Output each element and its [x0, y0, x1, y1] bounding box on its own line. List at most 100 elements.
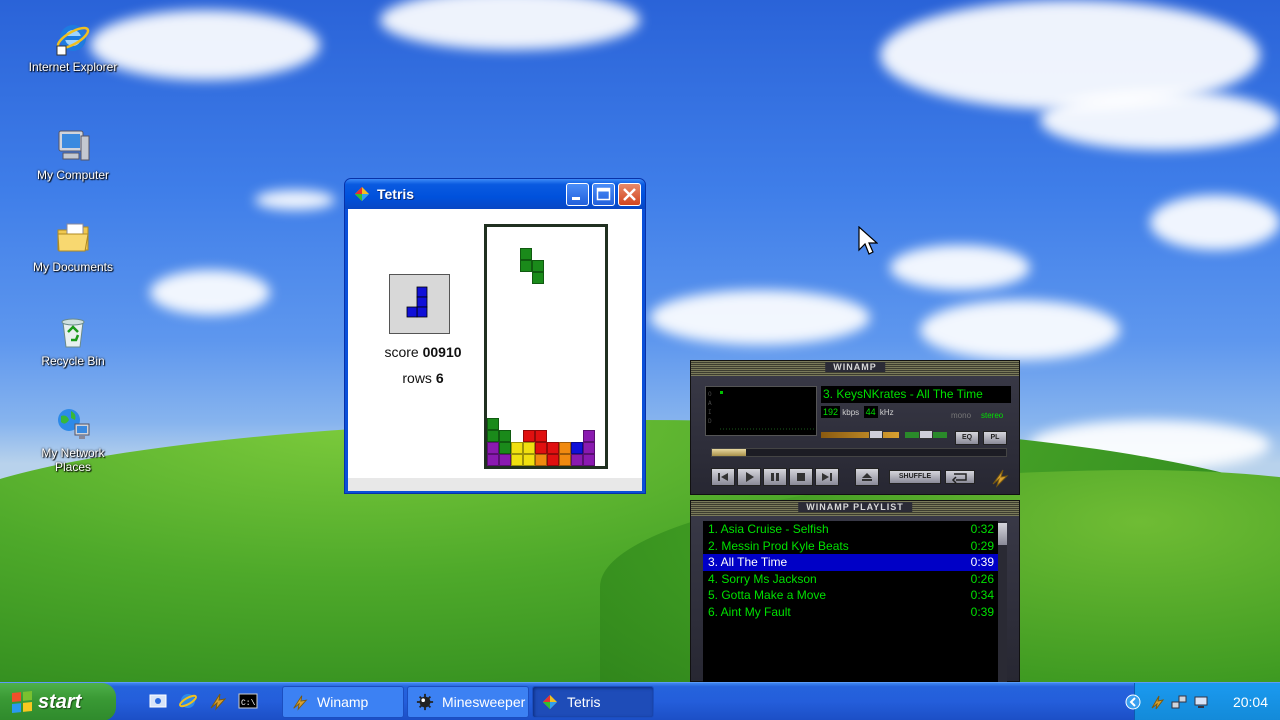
cloud [1040, 90, 1280, 150]
kbps-value: 192 [821, 406, 841, 418]
winamp-title: WINAMP [825, 362, 885, 372]
stack-block [523, 442, 535, 454]
task-label: Winamp [317, 694, 369, 710]
mono-indicator: mono [951, 411, 972, 420]
stop-button[interactable] [789, 468, 813, 486]
playlist-item[interactable]: 6. Aint My Fault 0:39 [703, 604, 999, 621]
maximize-button[interactable] [592, 182, 615, 206]
system-tray: 20:04 [1125, 683, 1280, 720]
playlist-scrollbar[interactable] [998, 521, 1007, 683]
playlist-titlebar[interactable]: WINAMP PLAYLIST [691, 501, 1019, 516]
show-hidden-icons-icon[interactable] [1125, 694, 1141, 710]
tetris-icon [543, 695, 557, 709]
close-button[interactable] [618, 182, 641, 206]
balance-thumb[interactable] [919, 430, 933, 439]
my-documents-icon [55, 220, 91, 256]
track-title: 4. Sorry Ms Jackson [708, 571, 817, 586]
stack-block [559, 442, 571, 454]
minimize-button[interactable] [566, 182, 589, 206]
shuffle-button[interactable]: SHUFFLE [889, 470, 941, 484]
track-title: 6. Aint My Fault [708, 604, 791, 619]
next-button[interactable] [815, 468, 839, 486]
balance-slider[interactable] [905, 430, 947, 439]
desktop-icon-label: My Documents [32, 260, 114, 274]
show-desktop-icon[interactable] [148, 691, 168, 711]
tetris-icon [355, 187, 369, 201]
winamp-tray-icon[interactable] [1149, 694, 1165, 710]
track-duration: 0:39 [970, 604, 994, 619]
window-title: Tetris [377, 186, 415, 202]
winamp-titlebar[interactable]: WINAMP [691, 361, 1019, 376]
score-value: 00910 [422, 344, 462, 360]
visualizer-display[interactable]: O A I D [705, 386, 817, 436]
track-title: 3. All The Time [708, 555, 788, 569]
playlist-item[interactable]: 4. Sorry Ms Jackson 0:26 [703, 571, 999, 588]
desktop-icon-recycle-bin[interactable]: Recycle Bin [23, 314, 123, 368]
taskbar-button-winamp[interactable]: Winamp [282, 686, 404, 718]
stack-block [571, 442, 583, 454]
desktop-icon-internet-explorer[interactable]: Internet Explorer [23, 20, 123, 74]
stack-block [499, 442, 511, 454]
desktop-icon-my-computer[interactable]: My Computer [23, 128, 123, 182]
previous-button[interactable] [711, 468, 735, 486]
track-title-display[interactable]: 3. KeysNKrates - All The Time [821, 386, 1011, 403]
cloud [890, 245, 1030, 290]
seek-thumb[interactable] [712, 449, 746, 456]
windows-logo-icon [12, 690, 32, 714]
tetris-playfield[interactable] [484, 224, 608, 469]
task-label: Tetris [567, 694, 601, 710]
eject-icon [862, 473, 872, 481]
stack-block [499, 430, 511, 442]
taskbar-button-tetris[interactable]: Tetris [532, 686, 654, 718]
desktop-icon-my-documents[interactable]: My Documents [23, 220, 123, 274]
mouse-cursor-icon [858, 226, 878, 255]
kbps-label: kbps [842, 408, 860, 417]
clock[interactable]: 20:04 [1233, 694, 1268, 710]
desktop-icon-network-places[interactable]: My Network Places [23, 406, 123, 474]
start-button[interactable]: start [0, 683, 116, 720]
command-prompt-icon[interactable]: C:\ [238, 691, 258, 711]
winamp-logo-icon[interactable] [989, 466, 1011, 488]
stack-block [583, 454, 595, 466]
seek-bar[interactable] [711, 448, 1007, 457]
winamp-playlist-window: WINAMP PLAYLIST 1. Asia Cruise - Selfish… [690, 500, 1020, 683]
rows-value: 6 [435, 370, 444, 386]
cloud [920, 300, 1120, 360]
eq-toggle-button[interactable]: EQ [955, 431, 979, 445]
volume-slider[interactable] [821, 430, 899, 439]
falling-block [532, 272, 544, 284]
internet-explorer-icon[interactable] [178, 691, 198, 711]
playlist-item[interactable]: 1. Asia Cruise - Selfish 0:32 [703, 521, 999, 538]
rows-display: rows 6 [368, 370, 478, 386]
pause-button[interactable] [763, 468, 787, 486]
volume-thumb[interactable] [869, 430, 883, 439]
network-icon[interactable] [1171, 694, 1187, 710]
stack-block [487, 454, 499, 466]
svg-text:I: I [708, 409, 712, 416]
taskbar: start C:\ Winamp Minesweeper Tetris 20:0… [0, 682, 1280, 720]
next-piece-icon [406, 286, 428, 318]
playlist-toggle-button[interactable]: PL [983, 431, 1007, 445]
repeat-button[interactable] [945, 470, 975, 484]
stack-block [511, 454, 523, 466]
stack-block [583, 430, 595, 442]
tetris-titlebar[interactable]: Tetris [345, 179, 645, 209]
network-connection-icon[interactable] [1193, 694, 1209, 710]
taskbar-button-minesweeper[interactable]: Minesweeper [407, 686, 529, 718]
stack-block [487, 430, 499, 442]
stack-block [499, 454, 511, 466]
start-label: start [38, 690, 82, 713]
playlist: 1. Asia Cruise - Selfish 0:32 2. Messin P… [703, 521, 999, 683]
playlist-item[interactable]: 5. Gotta Make a Move 0:34 [703, 587, 999, 604]
winamp-icon[interactable] [208, 691, 228, 711]
stack-block [535, 454, 547, 466]
tetris-client-area: score 00910 rows 6 [348, 209, 642, 491]
desktop-icon-label: Recycle Bin [41, 354, 105, 368]
stack-block [511, 442, 523, 454]
play-button[interactable] [737, 468, 761, 486]
scrollbar-thumb[interactable] [998, 523, 1007, 545]
playlist-item[interactable]: 2. Messin Prod Kyle Beats 0:29 [703, 538, 999, 555]
pause-icon [771, 473, 779, 481]
playlist-item-selected[interactable]: 3. All The Time 0:39 [703, 554, 999, 571]
eject-button[interactable] [855, 468, 879, 486]
